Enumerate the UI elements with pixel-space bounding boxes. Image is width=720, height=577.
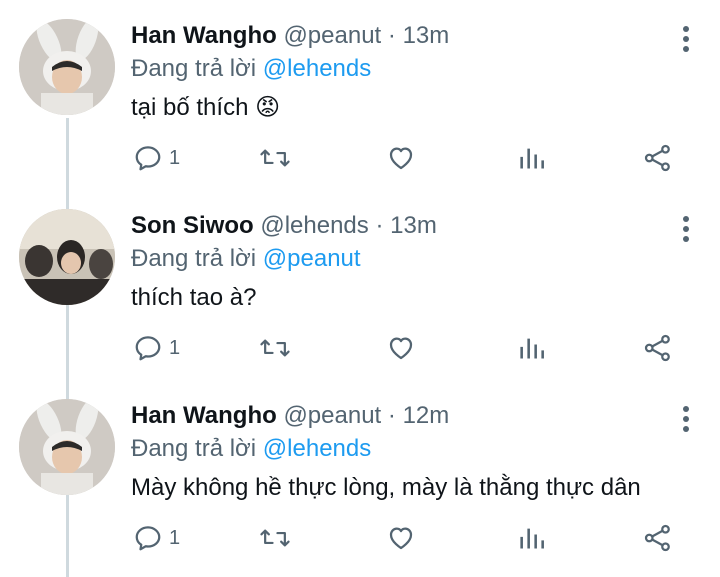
heart-icon bbox=[389, 337, 413, 360]
angry-face-emoji: 😡 bbox=[255, 94, 281, 121]
like-button[interactable] bbox=[386, 142, 416, 174]
analytics-icon bbox=[520, 528, 544, 549]
retweet-icon bbox=[260, 149, 290, 167]
share-button[interactable] bbox=[643, 522, 673, 554]
reply-icon bbox=[135, 526, 161, 551]
reply-count: 1 bbox=[169, 336, 181, 359]
tweet-text: tại bố thích 😡 bbox=[131, 92, 280, 124]
reply-button[interactable]: 1 bbox=[133, 522, 180, 554]
tweet-3[interactable]: Han Wangho @peanut · 12m Đang trả lời @l… bbox=[0, 380, 720, 570]
reply-mention-link[interactable]: @peanut bbox=[263, 245, 361, 272]
tweet-header: Han Wangho @peanut · 12m bbox=[131, 400, 449, 432]
avatar[interactable] bbox=[19, 19, 115, 115]
analytics-icon bbox=[520, 148, 544, 169]
tweet-actions: 1 bbox=[131, 522, 691, 558]
share-button[interactable] bbox=[643, 332, 673, 364]
reply-count: 1 bbox=[169, 146, 181, 169]
reply-count: 1 bbox=[169, 526, 181, 549]
reply-context: Đang trả lời @lehends bbox=[131, 433, 371, 465]
avatar[interactable] bbox=[19, 399, 115, 495]
analytics-button[interactable] bbox=[517, 142, 545, 174]
reply-mention-link[interactable]: @lehends bbox=[263, 435, 371, 462]
bunny-ear-avatar-image bbox=[19, 19, 115, 115]
tweet-actions: 1 bbox=[131, 332, 691, 368]
heart-icon bbox=[389, 147, 413, 170]
display-name[interactable]: Han Wangho bbox=[131, 402, 277, 429]
tweet-header: Han Wangho @peanut · 13m bbox=[131, 20, 449, 52]
share-button[interactable] bbox=[643, 142, 673, 174]
reply-mention-link[interactable]: @lehends bbox=[263, 55, 371, 82]
separator: · bbox=[387, 402, 396, 429]
handle[interactable]: @peanut bbox=[283, 402, 381, 429]
tweet-header: Son Siwoo @lehends · 13m bbox=[131, 210, 437, 242]
group-photo-avatar-image bbox=[19, 209, 115, 305]
share-icon bbox=[644, 144, 670, 172]
display-name[interactable]: Son Siwoo bbox=[131, 212, 254, 239]
tweet-actions: 1 bbox=[131, 142, 691, 178]
share-icon bbox=[644, 524, 670, 552]
timestamp[interactable]: 13m bbox=[390, 212, 437, 239]
tweet-text-body: thích tao à? bbox=[131, 284, 257, 311]
retweet-button[interactable] bbox=[259, 142, 291, 174]
tweet-text-body: Mày không hề thực lòng, mày là thằng thự… bbox=[131, 474, 641, 501]
tweet-1[interactable]: Han Wangho @peanut · 13m Đang trả lời @l… bbox=[0, 0, 720, 190]
tweet-text-body: tại bố thích bbox=[131, 94, 249, 121]
reply-prefix: Đang trả lời bbox=[131, 245, 257, 272]
retweet-icon bbox=[260, 529, 290, 547]
like-button[interactable] bbox=[386, 332, 416, 364]
timestamp[interactable]: 13m bbox=[403, 22, 450, 49]
reply-prefix: Đang trả lời bbox=[131, 435, 257, 462]
reply-button[interactable]: 1 bbox=[133, 332, 180, 364]
tweet-text: thích tao à? bbox=[131, 282, 256, 314]
reply-button[interactable]: 1 bbox=[133, 142, 180, 174]
handle[interactable]: @peanut bbox=[283, 22, 381, 49]
analytics-icon bbox=[520, 338, 544, 359]
reply-context: Đang trả lời @lehends bbox=[131, 53, 371, 85]
handle[interactable]: @lehends bbox=[260, 212, 368, 239]
tweet-2[interactable]: Son Siwoo @lehends · 13m Đang trả lời @p… bbox=[0, 190, 720, 380]
reply-icon bbox=[135, 146, 161, 171]
like-button[interactable] bbox=[386, 522, 416, 554]
heart-icon bbox=[389, 527, 413, 550]
retweet-icon bbox=[260, 339, 290, 357]
display-name[interactable]: Han Wangho bbox=[131, 22, 277, 49]
separator: · bbox=[375, 212, 384, 239]
analytics-button[interactable] bbox=[517, 332, 545, 364]
tweet-text: Mày không hề thực lòng, mày là thằng thự… bbox=[131, 472, 641, 504]
avatar[interactable] bbox=[19, 209, 115, 305]
retweet-button[interactable] bbox=[259, 332, 291, 364]
analytics-button[interactable] bbox=[517, 522, 545, 554]
reply-icon bbox=[135, 336, 161, 361]
more-options-icon[interactable] bbox=[680, 24, 692, 54]
reply-context: Đang trả lời @peanut bbox=[131, 243, 361, 275]
retweet-button[interactable] bbox=[259, 522, 291, 554]
separator: · bbox=[387, 22, 396, 49]
more-options-icon[interactable] bbox=[680, 404, 692, 434]
share-icon bbox=[644, 334, 670, 362]
timestamp[interactable]: 12m bbox=[403, 402, 450, 429]
reply-prefix: Đang trả lời bbox=[131, 55, 257, 82]
more-options-icon[interactable] bbox=[680, 214, 692, 244]
bunny-ear-avatar-image bbox=[19, 399, 115, 495]
